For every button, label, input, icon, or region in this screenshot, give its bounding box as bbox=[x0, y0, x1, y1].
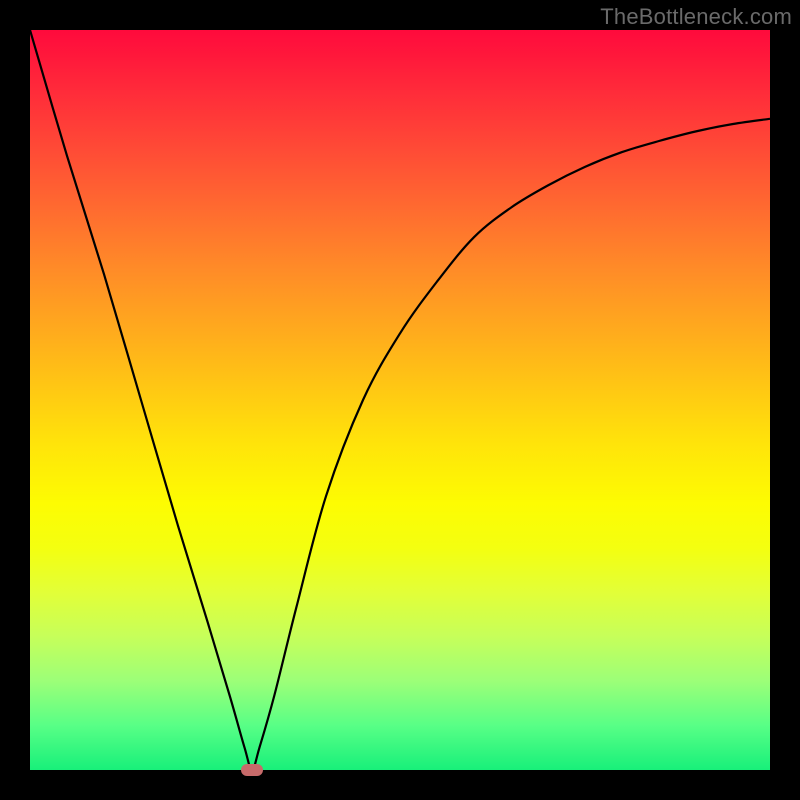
plot-area bbox=[30, 30, 770, 770]
chart-frame: TheBottleneck.com bbox=[0, 0, 800, 800]
optimal-marker bbox=[241, 764, 263, 776]
bottleneck-curve bbox=[30, 30, 770, 770]
watermark-text: TheBottleneck.com bbox=[600, 4, 792, 30]
